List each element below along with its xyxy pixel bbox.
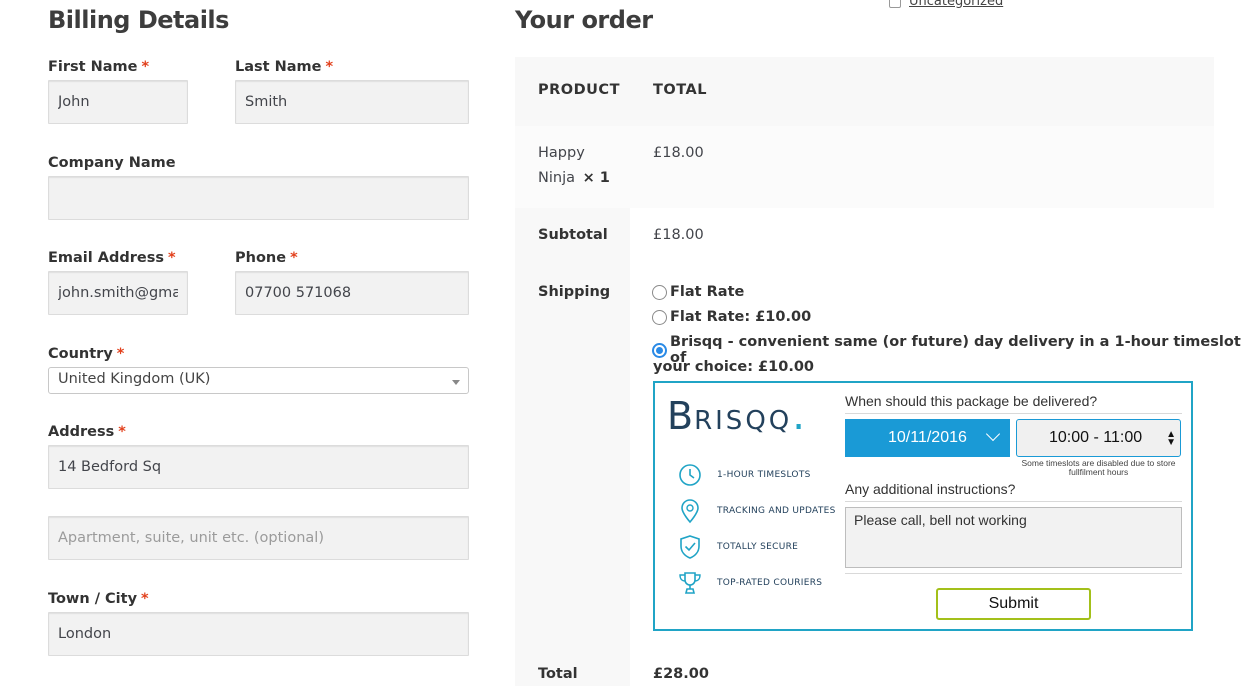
instructions-textarea[interactable]: Please call, bell not working	[845, 507, 1182, 568]
col-total-header: TOTAL	[653, 82, 707, 98]
trophy-icon	[679, 572, 701, 594]
country-select[interactable]: United Kingdom (UK)	[48, 367, 469, 394]
order-item-row	[515, 126, 1214, 208]
category-checkbox[interactable]	[889, 0, 901, 8]
country-label: Country *	[48, 346, 125, 362]
total-value: £28.00	[653, 666, 709, 682]
chevron-down-icon	[985, 426, 1001, 442]
subtotal-value: £18.00	[653, 227, 704, 243]
shipping-option-flat-rate-10[interactable]: Flat Rate: £10.00	[652, 309, 811, 325]
product-name-line2: Ninja × 1	[538, 170, 610, 186]
radio-button-selected[interactable]	[652, 342, 667, 358]
country-select-value: United Kingdom (UK)	[58, 371, 211, 387]
feature-secure: TOTALLY SECURE	[677, 534, 798, 560]
timeslot-value: 10:00 - 11:00	[1049, 429, 1143, 446]
col-product-header: PRODUCT	[538, 82, 620, 98]
feature-timeslots: 1-HOUR TIMESLOTS	[677, 462, 811, 488]
order-label-column	[515, 208, 630, 686]
category-filter: Uncategorized	[889, 0, 1003, 9]
delivery-question: When should this package be delivered?	[845, 393, 1098, 409]
product-name-line1: Happy	[538, 145, 585, 161]
submit-button[interactable]: Submit	[936, 588, 1091, 620]
email-field[interactable]	[48, 271, 188, 315]
chevron-down-icon	[452, 380, 460, 385]
billing-title: Billing Details	[48, 6, 229, 34]
company-name-label: Company Name	[48, 155, 176, 171]
last-name-label: Last Name *	[235, 59, 334, 75]
radio-button[interactable]	[652, 284, 667, 300]
first-name-label: First Name *	[48, 59, 150, 75]
timeslot-note: Some timeslots are disabled due to store…	[1021, 458, 1176, 477]
address-line2-field[interactable]	[48, 516, 469, 560]
city-field[interactable]	[48, 612, 469, 656]
company-name-field[interactable]	[48, 176, 469, 220]
up-down-arrows-icon: ▲ ▼	[1166, 429, 1176, 448]
subtotal-label: Subtotal	[538, 227, 608, 243]
feature-couriers: TOP-RATED COURIERS	[677, 570, 822, 596]
divider	[845, 573, 1182, 574]
instructions-label: Any additional instructions?	[845, 481, 1016, 497]
product-total: £18.00	[653, 145, 704, 161]
timeslot-select[interactable]: 10:00 - 11:00 ▲ ▼	[1016, 419, 1181, 457]
brisqq-widget: BRISQQ. 1-HOUR TIMESLOTS TRACKING AND UP…	[653, 381, 1193, 631]
shipping-option-flat-rate[interactable]: Flat Rate	[652, 284, 744, 300]
city-label: Town / City *	[48, 591, 149, 607]
phone-label: Phone *	[235, 250, 298, 266]
shipping-option-brisqq-cont: your choice: £10.00	[653, 359, 815, 375]
feature-tracking: TRACKING AND UPDATES	[677, 498, 836, 524]
radio-button[interactable]	[652, 309, 667, 325]
category-link-uncategorized[interactable]: Uncategorized	[909, 0, 1003, 9]
total-label: Total	[538, 666, 578, 682]
divider	[845, 413, 1182, 414]
divider	[845, 501, 1182, 502]
address-label: Address *	[48, 424, 126, 440]
clock-icon	[679, 464, 701, 486]
brisqq-logo: BRISQQ.	[667, 393, 808, 439]
order-title: Your order	[515, 6, 653, 34]
date-value: 10/11/2016	[888, 429, 967, 446]
last-name-field[interactable]	[235, 80, 469, 124]
address-line1-field[interactable]	[48, 445, 469, 489]
location-pin-icon	[681, 499, 699, 524]
phone-field[interactable]	[235, 271, 469, 315]
shipping-label: Shipping	[538, 284, 611, 300]
shield-check-icon	[680, 535, 700, 559]
first-name-field[interactable]	[48, 80, 188, 124]
email-label: Email Address *	[48, 250, 176, 266]
date-picker-button[interactable]: 10/11/2016	[845, 419, 1010, 457]
